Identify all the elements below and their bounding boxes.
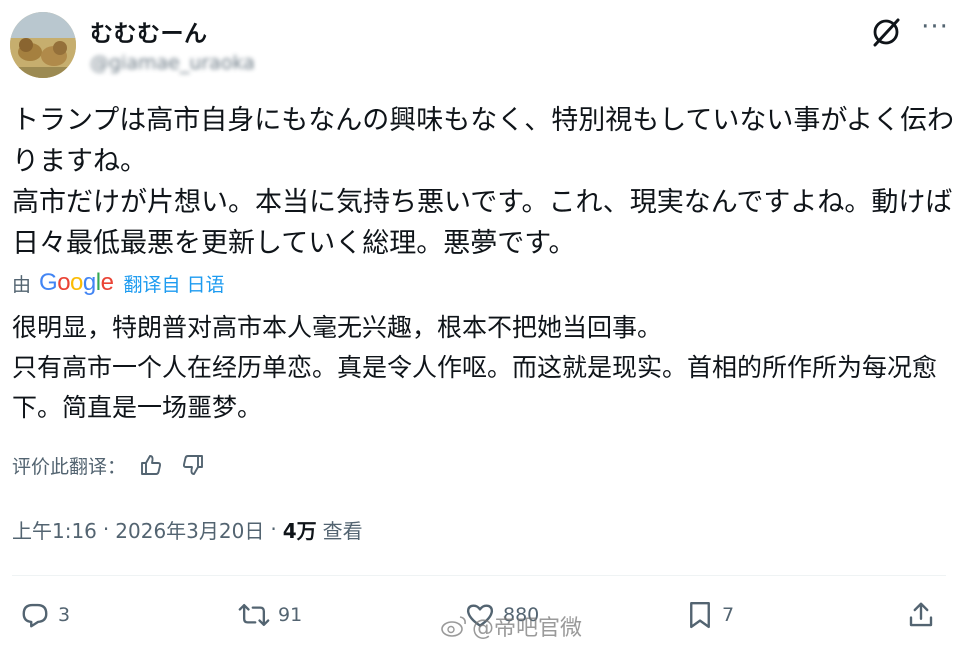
translated-by-label: 由 bbox=[12, 273, 32, 296]
google-logo: Google bbox=[39, 269, 114, 296]
meta-separator: · bbox=[102, 517, 110, 541]
thumbs-down-icon bbox=[182, 455, 203, 475]
rate-up-button[interactable] bbox=[134, 449, 168, 481]
bookmark-icon bbox=[690, 601, 710, 629]
divider bbox=[12, 575, 946, 576]
rate-down-button[interactable] bbox=[176, 449, 210, 481]
like-button[interactable]: 880 bbox=[465, 590, 539, 640]
like-icon bbox=[466, 604, 494, 627]
meta-separator: · bbox=[270, 517, 277, 541]
reply-button[interactable]: 3 bbox=[20, 590, 70, 640]
retweet-icon bbox=[238, 603, 270, 627]
reply-icon bbox=[22, 603, 48, 628]
translated-from-link[interactable]: 翻译自 日语 bbox=[123, 270, 224, 297]
display-name[interactable]: むむむーん bbox=[90, 14, 208, 48]
user-handle[interactable]: @giamae_uraoka bbox=[90, 52, 310, 74]
share-icon bbox=[909, 602, 933, 627]
grok-icon bbox=[873, 18, 900, 47]
retweet-button[interactable]: 91 bbox=[238, 590, 302, 640]
more-button[interactable]: ··· bbox=[913, 12, 957, 52]
tweet-header: むむむーん @giamae_uraoka ··· bbox=[0, 0, 974, 95]
avatar-image bbox=[10, 12, 76, 78]
avatar[interactable] bbox=[10, 12, 76, 78]
thumbs-up-icon bbox=[141, 455, 162, 475]
translation-text: 很明显，特朗普对高市本人毫无兴趣，根本不把她当回事。 只有高市一个人在经历单恋。… bbox=[12, 313, 938, 422]
share-button[interactable] bbox=[906, 590, 936, 640]
bookmark-count: 7 bbox=[722, 604, 735, 626]
like-count: 880 bbox=[503, 604, 540, 626]
views-count: 4万 bbox=[282, 518, 317, 543]
bookmark-button[interactable]: 7 bbox=[686, 590, 734, 640]
retweet-count: 91 bbox=[278, 604, 303, 626]
more-icon: ··· bbox=[921, 12, 949, 42]
handle-wrap[interactable]: @giamae_uraoka bbox=[90, 52, 310, 80]
translation-attribution: 由 Google 翻译自 日语 bbox=[12, 268, 225, 298]
rate-translation-row: 评价此翻译： bbox=[12, 449, 210, 481]
rate-translation-label: 评价此翻译： bbox=[12, 455, 127, 478]
reply-count: 3 bbox=[58, 604, 71, 626]
tweet-text: トランプは高市自身にもなんの興味もなく、特別視もしていない事がよく伝わりますね。… bbox=[12, 105, 955, 259]
tweet-time[interactable]: 上午1:16 bbox=[12, 515, 97, 544]
tweet-meta: 上午1:16 · 2026年3月20日 · 4万 查看 bbox=[12, 512, 363, 546]
views-label: 查看 bbox=[322, 518, 363, 543]
grok-button[interactable] bbox=[866, 12, 906, 52]
tweet-card: むむむーん @giamae_uraoka ··· トランプは高市自身にもなんの興… bbox=[0, 0, 974, 650]
tweet-actions: 3 91 880 7 bbox=[0, 590, 974, 640]
tweet-date[interactable]: 2026年3月20日 bbox=[115, 515, 264, 544]
